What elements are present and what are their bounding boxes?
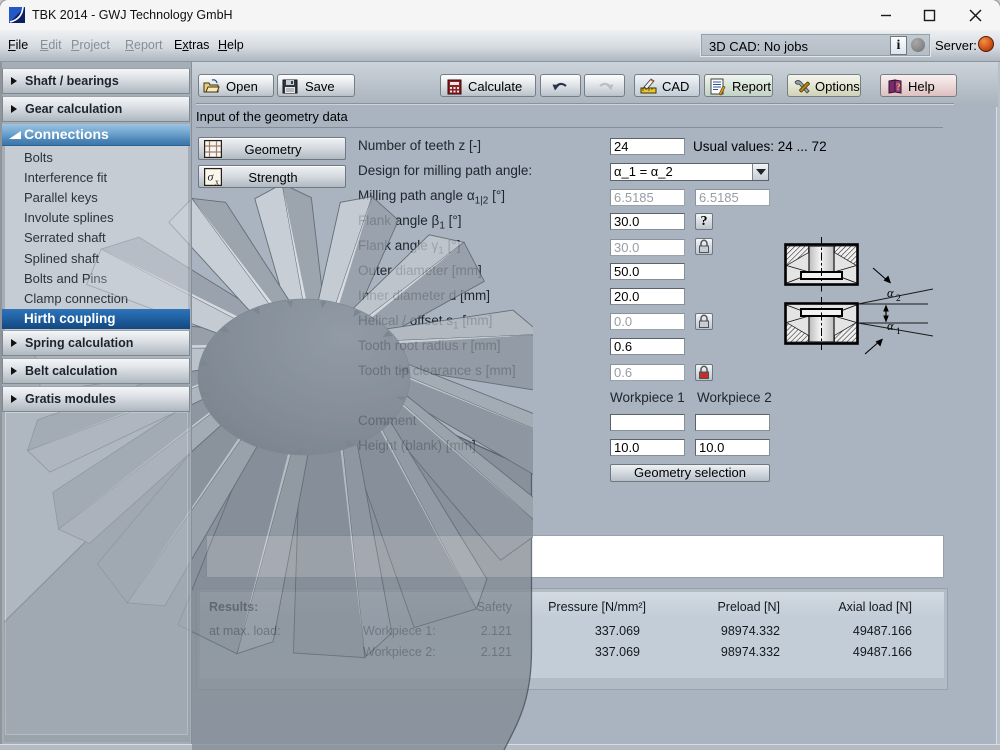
svg-text:α: α bbox=[887, 286, 894, 300]
svg-text:α: α bbox=[887, 319, 894, 333]
svg-text:2: 2 bbox=[896, 294, 901, 304]
svg-text:?: ? bbox=[896, 82, 901, 92]
svg-text:1: 1 bbox=[896, 327, 901, 337]
svg-text:x: x bbox=[215, 178, 219, 187]
